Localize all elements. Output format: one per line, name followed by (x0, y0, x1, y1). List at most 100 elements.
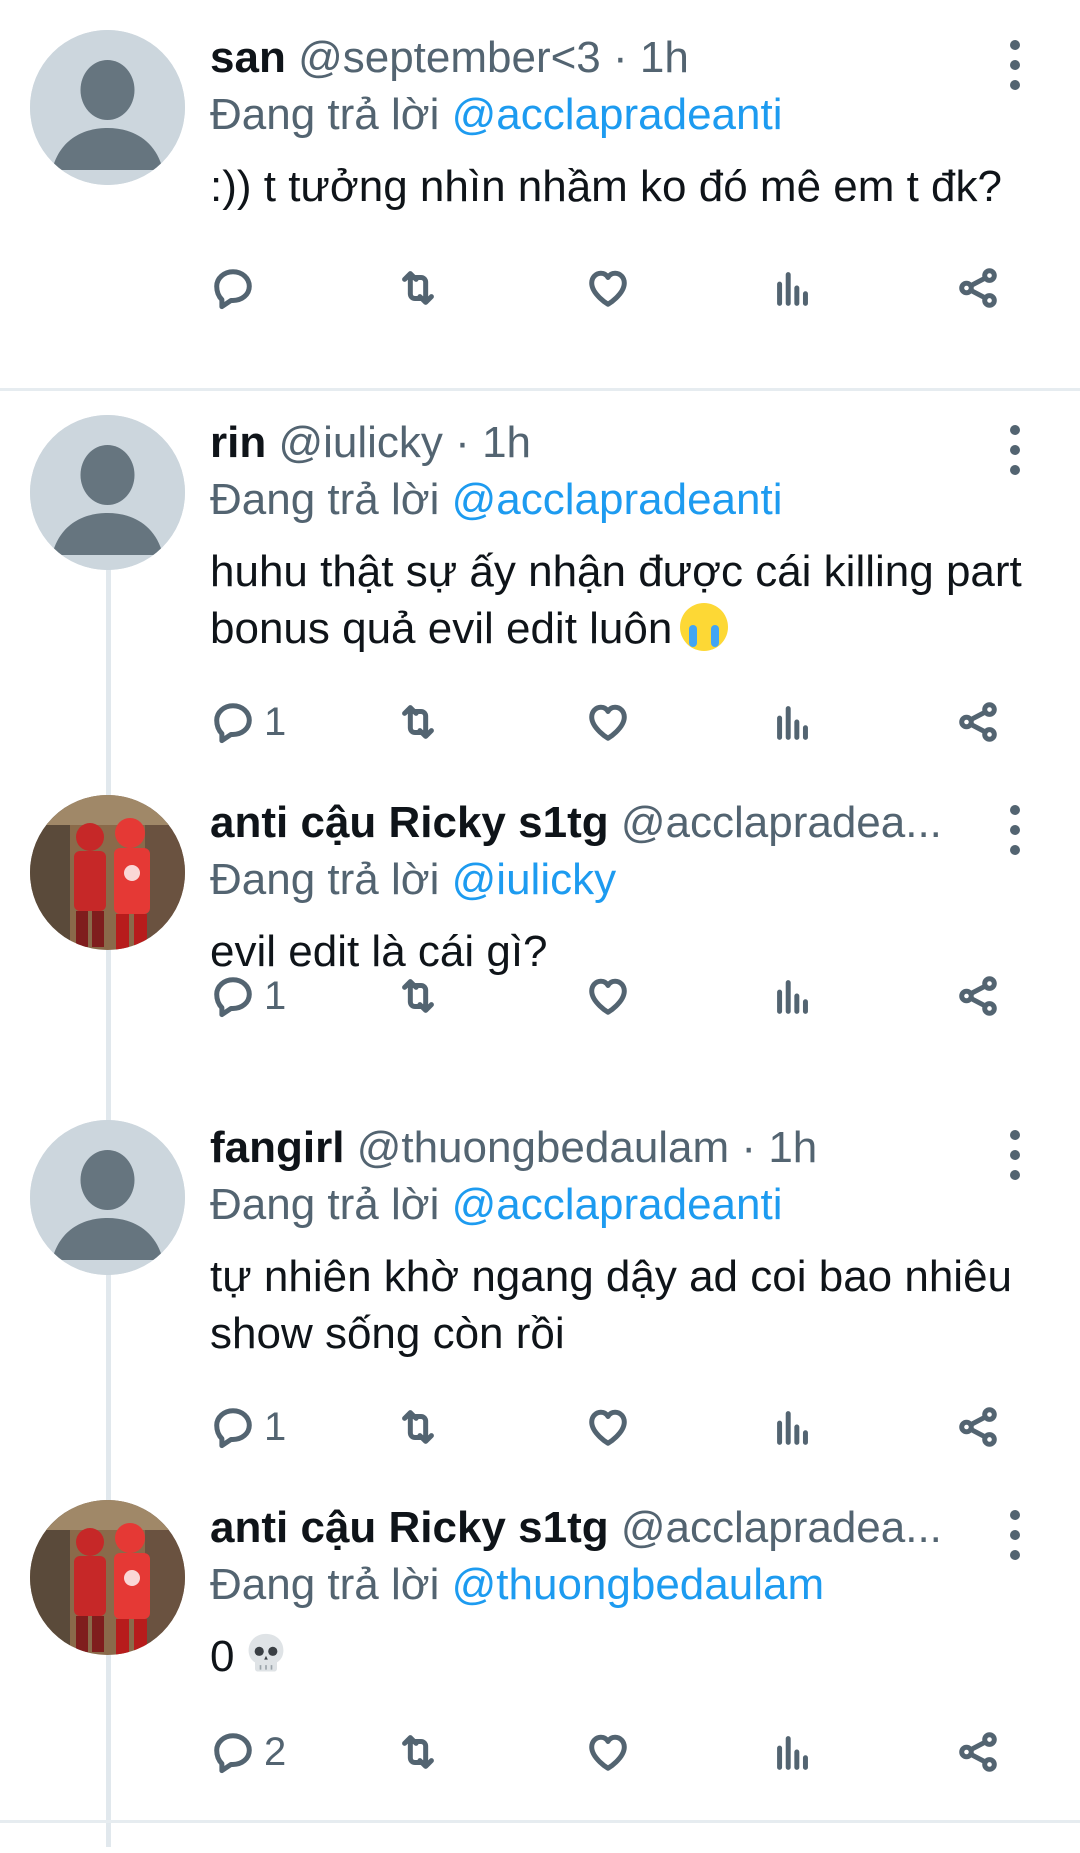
replying-to-mention[interactable]: @acclapradeanti (452, 1180, 783, 1229)
like-button[interactable] (585, 1722, 631, 1782)
share-button[interactable] (955, 692, 1001, 752)
timestamp[interactable]: 1h (640, 33, 689, 82)
tweet-header: anti cậu Ricky s1tg @acclapradea... (210, 1500, 970, 1556)
replying-to: Đang trả lời @thuongbedaulam (210, 1556, 1050, 1614)
tweet[interactable]: rin @iulicky · 1h Đang trả lời @acclapra… (0, 415, 1080, 715)
like-button[interactable] (585, 692, 631, 752)
separator-dot: · (613, 33, 628, 82)
more-options-icon[interactable] (1000, 1510, 1030, 1560)
like-icon (589, 704, 627, 741)
reply-button[interactable]: 1 (210, 1397, 286, 1457)
display-name[interactable]: anti cậu Ricky s1tg (210, 1503, 609, 1552)
reply-count: 1 (264, 699, 287, 744)
tweet-actions (210, 258, 1010, 318)
tweet-text: tự nhiên khờ ngang dậy ad coi bao nhiêu … (210, 1252, 1013, 1358)
more-options-icon[interactable] (1000, 40, 1030, 90)
share-icon (959, 268, 997, 308)
user-handle[interactable]: @iulicky (278, 418, 442, 467)
display-name[interactable]: fangirl (210, 1123, 344, 1172)
more-options-icon[interactable] (1000, 425, 1030, 475)
replying-prefix: Đang trả lời (210, 1560, 440, 1609)
share-button[interactable] (955, 966, 1001, 1026)
views-button[interactable] (770, 258, 816, 318)
retweet-icon (402, 979, 434, 1013)
reply-icon (214, 269, 252, 310)
replying-prefix: Đang trả lời (210, 1180, 440, 1229)
separator-dot: · (455, 418, 470, 467)
tweet[interactable]: anti cậu Ricky s1tg @acclapradea... Đang… (0, 1500, 1080, 1760)
views-button[interactable] (770, 1397, 816, 1457)
avatar-default[interactable] (30, 30, 185, 185)
like-icon (589, 978, 627, 1015)
more-options-icon[interactable] (1000, 805, 1030, 855)
reply-button[interactable]: 1 (210, 966, 286, 1026)
views-button[interactable] (770, 966, 816, 1026)
default-avatar-icon (30, 30, 185, 185)
share-button[interactable] (955, 1397, 1001, 1457)
like-icon (589, 1409, 627, 1446)
user-handle[interactable]: @thuongbedaulam (357, 1123, 730, 1172)
replying-to-mention[interactable]: @acclapradeanti (452, 475, 783, 524)
retweet-button[interactable] (395, 258, 441, 318)
reply-icon (214, 1733, 252, 1774)
replying-to: Đang trả lời @acclapradeanti (210, 86, 1050, 144)
views-icon (777, 980, 808, 1014)
avatar-ricky[interactable] (30, 795, 185, 950)
replying-prefix: Đang trả lời (210, 855, 440, 904)
tweet-text: :)) t tưởng nhìn nhầm ko đó mê em t đk? (210, 162, 1002, 211)
tweet-actions: 2 (210, 1722, 1010, 1782)
views-button[interactable] (770, 692, 816, 752)
retweet-icon (402, 1735, 434, 1769)
display-name[interactable]: rin (210, 418, 266, 467)
share-button[interactable] (955, 1722, 1001, 1782)
avatar-default[interactable] (30, 1120, 185, 1275)
reply-button[interactable]: 1 (210, 692, 286, 752)
skull-icon (249, 1633, 284, 1672)
reply-icon (214, 977, 252, 1018)
profile-photo-icon (30, 1500, 185, 1655)
default-avatar-icon (30, 1120, 185, 1275)
replying-prefix: Đang trả lời (210, 90, 440, 139)
retweet-button[interactable] (395, 1722, 441, 1782)
user-handle[interactable]: @acclapradea... (621, 1500, 942, 1556)
tweet-actions: 1 (210, 966, 1010, 1026)
views-button[interactable] (770, 1722, 816, 1782)
retweet-button[interactable] (395, 1397, 441, 1457)
user-handle[interactable]: @september<3 (298, 33, 601, 82)
retweet-button[interactable] (395, 692, 441, 752)
tweet-header: anti cậu Ricky s1tg @acclapradea... (210, 795, 970, 851)
like-button[interactable] (585, 258, 631, 318)
loudly-crying-face-icon (680, 603, 729, 651)
share-icon (959, 702, 997, 742)
more-options-icon[interactable] (1000, 1130, 1030, 1180)
like-icon (589, 1734, 627, 1771)
views-icon (777, 272, 808, 306)
like-icon (589, 270, 627, 307)
tweet-actions: 1 (210, 1397, 1010, 1457)
reply-feed: san @september<3 · 1h Đang trả lời @accl… (0, 0, 1080, 1853)
default-avatar-icon (30, 415, 185, 570)
replying-to-mention[interactable]: @acclapradeanti (452, 90, 783, 139)
like-button[interactable] (585, 1397, 631, 1457)
tweet-header: san @september<3 · 1h (210, 30, 970, 86)
tweet[interactable]: fangirl @thuongbedaulam · 1h Đang trả lờ… (0, 1120, 1080, 1420)
avatar-default[interactable] (30, 415, 185, 570)
share-button[interactable] (955, 258, 1001, 318)
display-name[interactable]: san (210, 33, 286, 82)
reply-button[interactable]: 2 (210, 1722, 286, 1782)
replying-prefix: Đang trả lời (210, 475, 440, 524)
tweet-text: huhu thật sự ấy nhận được cái killing pa… (210, 547, 1022, 653)
timestamp[interactable]: 1h (482, 418, 531, 467)
retweet-button[interactable] (395, 966, 441, 1026)
like-button[interactable] (585, 966, 631, 1026)
avatar-ricky[interactable] (30, 1500, 185, 1655)
display-name[interactable]: anti cậu Ricky s1tg (210, 798, 609, 847)
user-handle[interactable]: @acclapradea... (621, 795, 942, 851)
timestamp[interactable]: 1h (768, 1123, 817, 1172)
retweet-icon (402, 271, 434, 305)
tweet-header: fangirl @thuongbedaulam · 1h (210, 1120, 970, 1176)
replying-to-mention[interactable]: @iulicky (452, 855, 616, 904)
reply-button[interactable] (210, 258, 264, 318)
views-icon (777, 1411, 808, 1445)
replying-to-mention[interactable]: @thuongbedaulam (452, 1560, 825, 1609)
